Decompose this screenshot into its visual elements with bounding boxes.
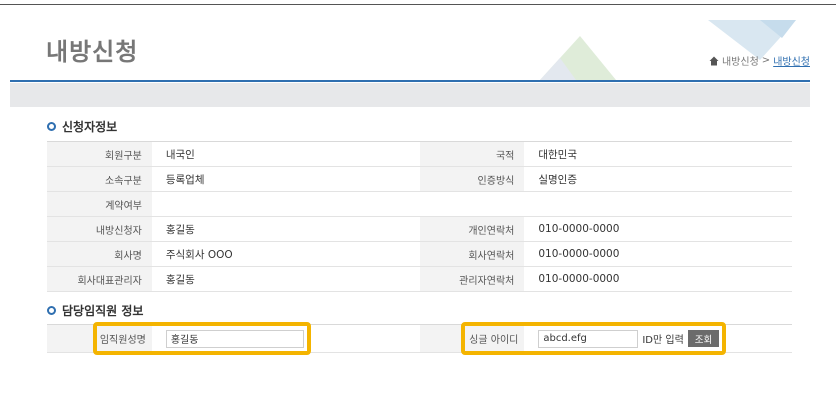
nationality-value: 대한민국 — [538, 148, 577, 161]
breadcrumb-current[interactable]: 내방신청 — [773, 53, 810, 68]
bullet-icon — [47, 122, 56, 131]
table-row: 소속구분 등록업체 인증방식 실명인증 — [47, 167, 792, 192]
table-row: 계약여부 — [47, 192, 792, 217]
page-title: 내방신청 — [46, 38, 139, 66]
name-highlight-box — [93, 322, 311, 355]
applicant-section-title: 신청자정보 — [47, 118, 117, 135]
member-type-value: 내국인 — [165, 148, 195, 161]
toolbar-bar — [10, 83, 810, 107]
visitor-value: 홍길동 — [165, 223, 195, 236]
staff-section-title: 담당임직원 정보 — [47, 302, 143, 319]
bullet-icon — [47, 306, 56, 315]
id-highlight-box — [461, 322, 726, 355]
affiliation-value: 등록업체 — [165, 173, 205, 186]
rep-admin-value: 홍길동 — [165, 273, 195, 286]
visitor-label: 내방신청자 — [47, 217, 152, 241]
rep-admin-label: 회사대표관리자 — [47, 267, 152, 291]
top-rule — [0, 4, 836, 5]
breadcrumb-separator: > — [761, 55, 771, 66]
home-icon[interactable] — [709, 56, 719, 66]
contract-label: 계약여부 — [47, 192, 152, 216]
company-contact-value: 010-0000-0000 — [538, 248, 620, 260]
company-contact-label: 회사연락처 — [419, 242, 525, 266]
auth-method-label: 인증방식 — [419, 167, 525, 191]
table-row: 회사대표관리자 홍길동 관리자연락처 010-0000-0000 — [47, 267, 792, 292]
contract-value — [152, 192, 792, 216]
company-name-value: 주식회사 OOO — [165, 248, 233, 261]
table-row: 내방신청자 홍길동 개인연락처 010-0000-0000 — [47, 217, 792, 242]
admin-contact-label: 관리자연락처 — [419, 267, 525, 291]
breadcrumb-home[interactable]: 내방신청 — [722, 53, 759, 68]
applicant-section-label: 신청자정보 — [62, 120, 118, 134]
table-row: 회사명 주식회사 OOO 회사연락처 010-0000-0000 — [47, 242, 792, 267]
applicant-info-table: 회원구분 내국인 국적 대한민국 소속구분 등록업체 인증방식 실명인증 계약여… — [47, 141, 792, 292]
personal-contact-label: 개인연락처 — [419, 217, 525, 241]
company-name-label: 회사명 — [47, 242, 152, 266]
affiliation-label: 소속구분 — [47, 167, 152, 191]
nationality-label: 국적 — [419, 142, 525, 166]
table-row: 회원구분 내국인 국적 대한민국 — [47, 142, 792, 167]
staff-section-label: 담당임직원 정보 — [62, 304, 144, 318]
header-decoration — [540, 20, 796, 80]
breadcrumb: 내방신청 > 내방신청 — [709, 53, 810, 68]
header-divider — [10, 80, 810, 82]
admin-contact-value: 010-0000-0000 — [538, 273, 620, 285]
personal-contact-value: 010-0000-0000 — [538, 223, 620, 235]
member-type-label: 회원구분 — [47, 142, 152, 166]
page-header: 내방신청 내방신청 > 내방신청 — [10, 20, 810, 82]
auth-method-value: 실명인증 — [538, 173, 577, 186]
